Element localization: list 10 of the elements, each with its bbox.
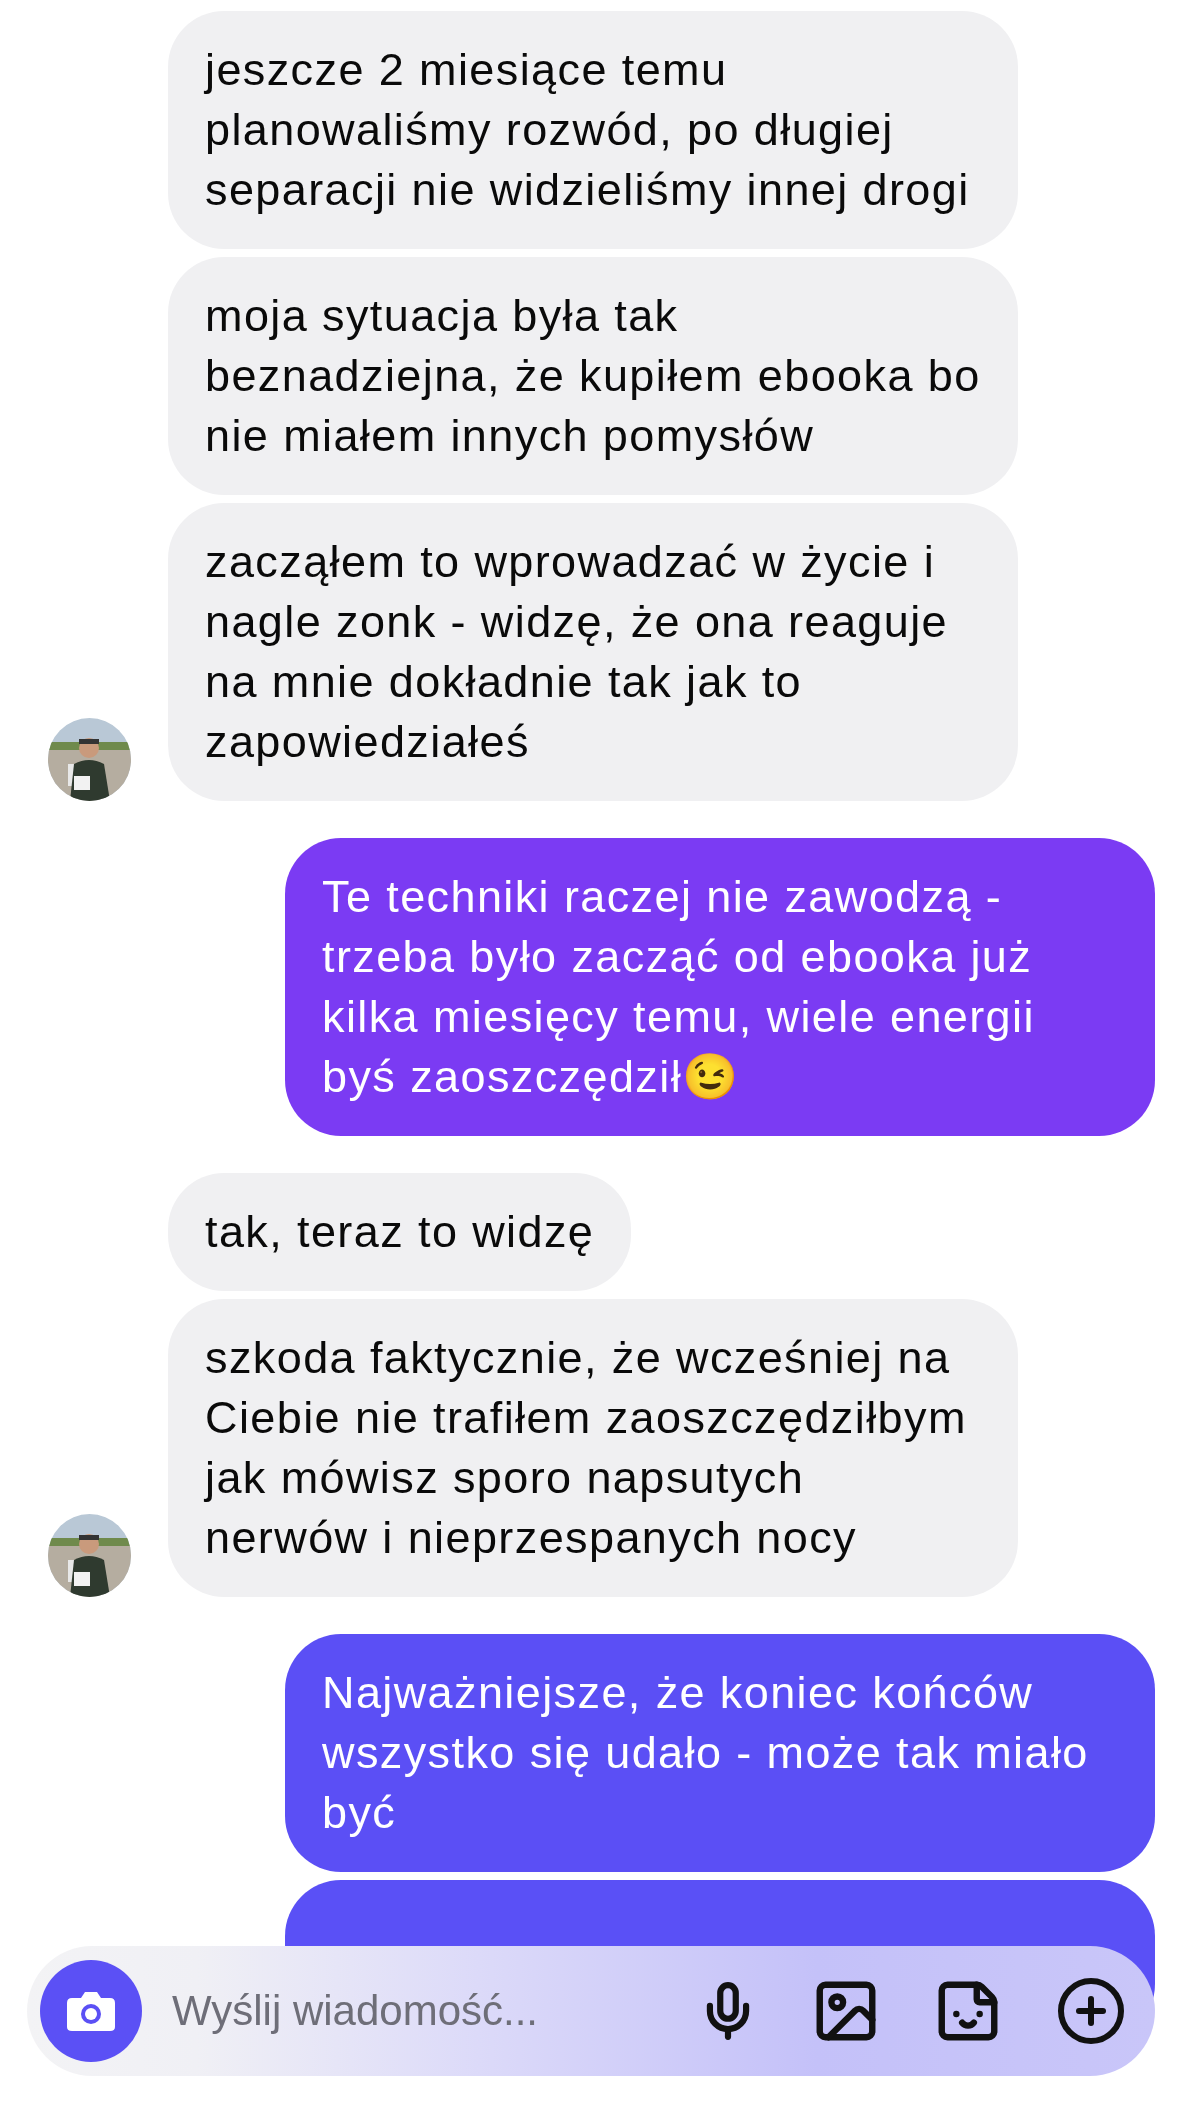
message-bubble: jeszcze 2 miesiące temu planowaliśmy rozwód, po długiej separacji nie widzieliśmy innej drogi [168,11,1018,249]
message-bubble: moja sytuacja była tak beznadziejna, że kupiłem ebooka bo nie miałem innych pomysłów [168,257,1018,495]
message-bubble: tak, teraz to widzę [168,1173,632,1291]
message-bubble: szkoda faktycznie, że wcześniej na Ciebie nie trafiłem zaoszczędziłbym jak mówisz sporo napsutych nerwów i nieprzespanych nocy [168,1299,1018,1597]
message-bubble: Najważniejsze, że koniec końców wszystko się udało - może tak miało być [285,1634,1155,1872]
message-bubble: zacząłem to wprowadzać w życie i nagle zonk - widzę, że ona reaguje na mnie dokładnie tak jak to zapowiedziałeś [168,503,1018,801]
camera-icon [66,1990,116,2032]
message-bubble: Te techniki raczej nie zawodzą - trzeba było zacząć od ebooka już kilka miesięcy temu, wiele energii byś zaoszczędził😉 [285,838,1155,1136]
message-field[interactable]: Wyślij wiadomość... [170,1986,645,2036]
add-icon[interactable] [1055,1975,1127,2047]
